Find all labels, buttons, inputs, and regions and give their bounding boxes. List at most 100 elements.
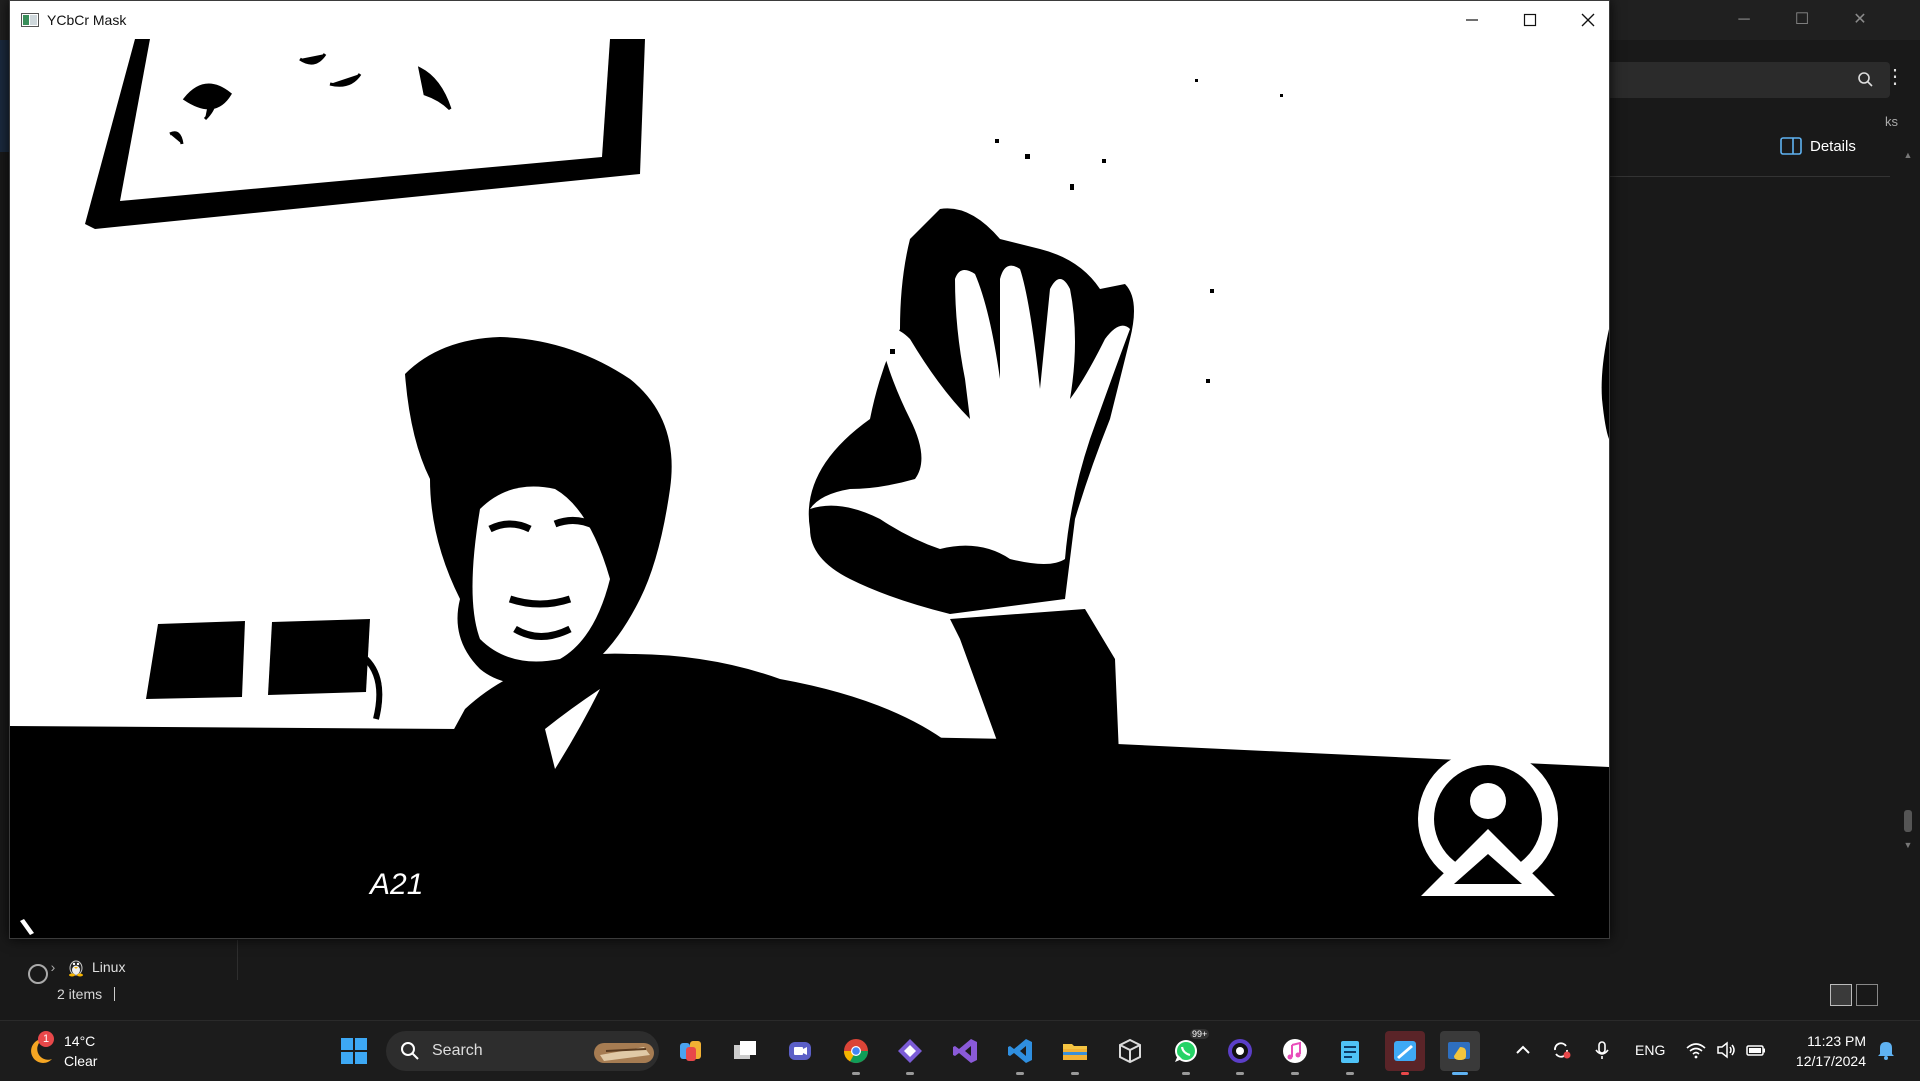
details-view-button[interactable] <box>1830 984 1852 1006</box>
windows-logo-icon <box>341 1038 367 1064</box>
sync-icon <box>1554 1042 1571 1059</box>
virtualbox-icon <box>1119 1038 1141 1064</box>
search-icon <box>401 1042 419 1060</box>
explorer-partial-label: ks <box>1885 114 1898 129</box>
close-icon <box>1581 13 1595 27</box>
file-explorer-icon <box>1063 1044 1087 1060</box>
taskbar-visual-studio[interactable] <box>945 1031 985 1071</box>
taskbar-search-box[interactable]: Search <box>386 1031 659 1071</box>
microphone-icon <box>1595 1041 1609 1059</box>
task-view-icon <box>734 1041 756 1059</box>
minimize-icon <box>1466 19 1478 21</box>
app-icon <box>21 13 39 27</box>
details-label: Details <box>1810 137 1856 155</box>
view-toggle <box>1830 984 1878 1006</box>
taskbar-notepad[interactable] <box>1330 1031 1370 1075</box>
meet-icon <box>789 1042 811 1060</box>
details-pane-button[interactable]: Details <box>1780 134 1856 158</box>
search-label: Search <box>432 1042 483 1059</box>
taskbar-chrome[interactable] <box>836 1031 876 1075</box>
microphone-tray-button[interactable] <box>1591 1039 1613 1063</box>
ycbcr-mask-window: YCbCr Mask A21 <box>9 0 1610 939</box>
status-separator <box>114 987 116 1001</box>
binary-mask-image: A21 <box>10 39 1609 938</box>
volume-tray-button[interactable] <box>1715 1039 1737 1063</box>
taskbar-file-explorer[interactable] <box>1055 1031 1095 1075</box>
taskbar-task-view[interactable] <box>725 1031 765 1071</box>
explorer-close-button[interactable]: ✕ <box>1846 8 1874 32</box>
running-indicator <box>1346 1072 1354 1075</box>
items-count: 2 items <box>57 986 103 1002</box>
mask-image-view: A21 <box>10 39 1609 938</box>
taskbar-paint[interactable] <box>1385 1031 1425 1075</box>
explorer-minimize-button[interactable]: ─ <box>1730 8 1758 32</box>
itunes-icon <box>1283 1039 1307 1063</box>
mask-titlebar[interactable]: YCbCr Mask <box>10 1 1609 39</box>
running-indicator <box>1071 1072 1079 1075</box>
whatsapp-icon <box>1175 1040 1197 1062</box>
explorer-scrollbar[interactable]: ▲ ▼ <box>1902 150 1914 870</box>
weather-badge: 1 <box>38 1031 54 1047</box>
scroll-thumb[interactable] <box>1904 810 1912 832</box>
battery-icon <box>1746 1045 1765 1056</box>
obs-icon <box>1228 1039 1252 1063</box>
scroll-up-arrow-icon[interactable]: ▲ <box>1902 150 1914 160</box>
start-button[interactable] <box>334 1031 374 1071</box>
clock[interactable]: 11:23 PM 12/17/2024 <box>1776 1031 1866 1071</box>
taskbar: 1 14°C Clear Search 99+ ENG 11:23 PM 12/… <box>0 1020 1920 1081</box>
minimize-button[interactable] <box>1443 1 1501 39</box>
running-indicator <box>1016 1072 1024 1075</box>
wifi-tray-button[interactable] <box>1685 1039 1707 1063</box>
running-indicator <box>1291 1072 1299 1075</box>
taskbar-meet[interactable] <box>780 1031 820 1071</box>
shirt-logo-text: A21 <box>368 868 423 901</box>
taskbar-virtualbox[interactable] <box>1110 1031 1150 1071</box>
weather-widget[interactable]: 1 14°C Clear <box>24 1029 144 1073</box>
running-indicator <box>852 1072 860 1075</box>
running-indicator <box>1452 1072 1468 1075</box>
clock-date: 12/17/2024 <box>1795 1053 1866 1069</box>
notification-bell-icon[interactable] <box>1876 1039 1896 1061</box>
close-button[interactable] <box>1559 1 1617 39</box>
notepad-icon <box>1341 1041 1359 1063</box>
visual-studio-purple-icon <box>898 1039 922 1063</box>
running-indicator <box>1236 1072 1244 1075</box>
taskbar-obs[interactable] <box>1220 1031 1260 1075</box>
more-options-icon[interactable]: ⋮ <box>1885 64 1905 89</box>
running-indicator <box>906 1072 914 1075</box>
tree-item-label: Linux <box>92 959 126 975</box>
taskbar-copilot[interactable] <box>671 1031 711 1071</box>
python-icon <box>1448 1042 1470 1060</box>
copilot-icon <box>680 1041 701 1061</box>
maximize-icon <box>1523 13 1537 27</box>
whatsapp-badge: 99+ <box>1190 1029 1210 1039</box>
chevron-right-icon[interactable]: › <box>40 959 66 975</box>
search-highlight-art-icon <box>594 1043 654 1063</box>
clock-time: 11:23 PM <box>1807 1033 1866 1049</box>
tiles-view-button[interactable] <box>1856 984 1878 1006</box>
window-title: YCbCr Mask <box>47 12 127 28</box>
battery-tray-button[interactable] <box>1745 1039 1767 1063</box>
toolbar-divider <box>1600 176 1890 177</box>
nav-pane-divider[interactable] <box>237 940 238 980</box>
linux-tux-icon <box>69 960 83 977</box>
maximize-button[interactable] <box>1501 1 1559 39</box>
wifi-icon <box>1686 1043 1706 1059</box>
visual-studio-icon <box>953 1039 977 1063</box>
explorer-maximize-button[interactable]: ☐ <box>1788 8 1816 32</box>
taskbar-itunes[interactable] <box>1275 1031 1315 1075</box>
chrome-icon <box>844 1039 868 1064</box>
language-indicator[interactable]: ENG <box>1635 1042 1665 1066</box>
taskbar-vscode[interactable] <box>1000 1031 1040 1075</box>
taskbar-python[interactable] <box>1440 1031 1480 1075</box>
tree-item-linux[interactable]: › Linux <box>40 950 236 984</box>
explorer-search-box[interactable] <box>1600 62 1890 98</box>
taskbar-visual-studio-purple[interactable] <box>890 1031 930 1075</box>
sync-tray-button[interactable] <box>1550 1039 1572 1063</box>
paint-icon <box>1394 1041 1416 1061</box>
show-hidden-icons-button[interactable] <box>1512 1039 1534 1063</box>
details-pane-icon <box>1780 137 1802 155</box>
scroll-down-arrow-icon[interactable]: ▼ <box>1902 840 1914 850</box>
volume-icon <box>1717 1041 1735 1059</box>
taskbar-whatsapp[interactable]: 99+ <box>1166 1029 1210 1075</box>
